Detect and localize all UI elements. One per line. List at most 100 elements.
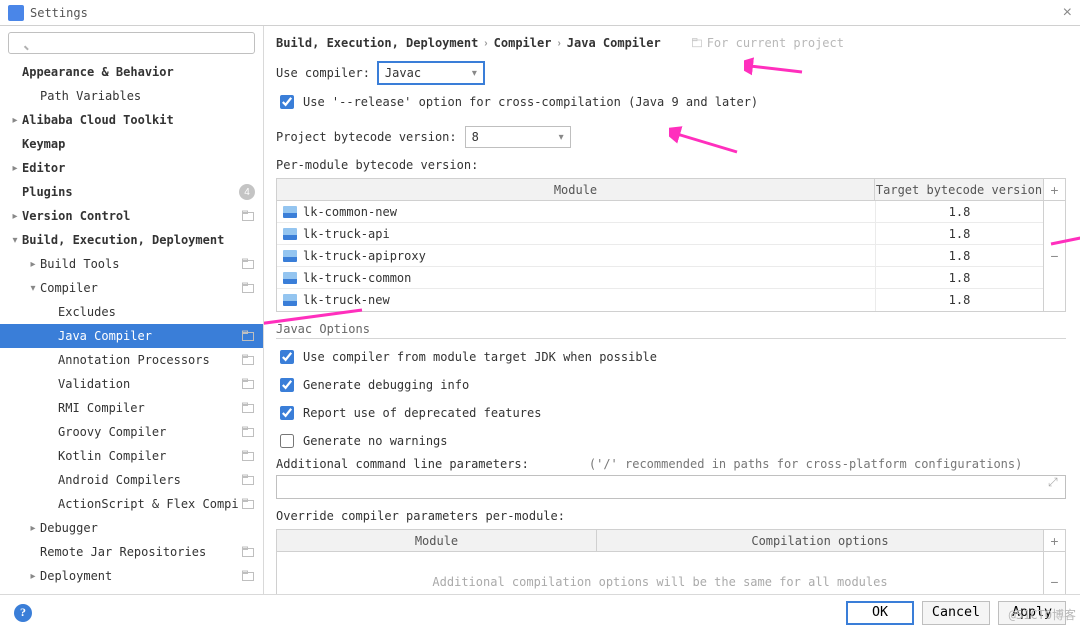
chevron-down-icon: ▾ bbox=[26, 283, 40, 294]
sidebar-item-build-execution-deployment[interactable]: ▾Build, Execution, Deployment bbox=[0, 228, 263, 252]
version-cell[interactable]: 1.8 bbox=[875, 289, 1043, 311]
sidebar-item-label: Version Control bbox=[22, 209, 130, 223]
bytecode-version-select[interactable]: 8 ▾ bbox=[465, 126, 571, 148]
module-name: lk-truck-new bbox=[303, 293, 390, 307]
sidebar-item-editor[interactable]: ▸Editor bbox=[0, 156, 263, 180]
sidebar-item-label: Remote Jar Repositories bbox=[40, 545, 206, 559]
module-cell: lk-truck-new bbox=[277, 289, 875, 311]
sidebar-item-path-variables[interactable]: Path Variables bbox=[0, 84, 263, 108]
project-scope-icon bbox=[241, 209, 255, 223]
breadcrumb: Build, Execution, Deployment › Compiler … bbox=[276, 36, 1066, 50]
module-cell: lk-common-new bbox=[277, 201, 875, 222]
help-icon[interactable]: ? bbox=[14, 604, 32, 622]
chevron-right-icon: › bbox=[484, 38, 487, 49]
sidebar-item-remote-jar-repositories[interactable]: Remote Jar Repositories bbox=[0, 540, 263, 564]
sidebar-item-build-tools[interactable]: ▸Build Tools bbox=[0, 252, 263, 276]
sidebar-item-actionscript-flex-compi[interactable]: ActionScript & Flex Compi bbox=[0, 492, 263, 516]
search-input[interactable] bbox=[8, 32, 255, 54]
use-compiler-select[interactable]: Javac ▾ bbox=[378, 62, 484, 84]
app-icon bbox=[8, 5, 24, 21]
chevron-down-icon: ▾ bbox=[8, 235, 22, 246]
release-option-checkbox[interactable] bbox=[280, 95, 294, 109]
project-scope-icon bbox=[241, 353, 255, 367]
use-compiler-label: Use compiler: bbox=[276, 66, 370, 80]
sidebar-item-label: ActionScript & Flex Compi bbox=[58, 497, 239, 511]
bytecode-version-value: 8 bbox=[472, 130, 479, 144]
table-row[interactable]: lk-truck-new 1.8 bbox=[277, 289, 1043, 311]
sidebar-item-label: Keymap bbox=[22, 137, 65, 151]
module-name: lk-truck-apiproxy bbox=[303, 249, 426, 263]
sidebar-item-keymap[interactable]: Keymap bbox=[0, 132, 263, 156]
sidebar-item-android-compilers[interactable]: Android Compilers bbox=[0, 468, 263, 492]
remove-override-button[interactable]: − bbox=[1044, 552, 1065, 594]
table-header-module: Module bbox=[277, 179, 875, 200]
sidebar-item-excludes[interactable]: Excludes bbox=[0, 300, 263, 324]
project-scope-icon bbox=[241, 473, 255, 487]
version-cell[interactable]: 1.8 bbox=[875, 201, 1043, 222]
sidebar-item-debugger[interactable]: ▸Debugger bbox=[0, 516, 263, 540]
sidebar-item-annotation-processors[interactable]: Annotation Processors bbox=[0, 348, 263, 372]
folder-icon bbox=[283, 294, 297, 306]
opt-debug-checkbox[interactable] bbox=[280, 378, 294, 392]
use-compiler-value: Javac bbox=[385, 66, 421, 80]
expand-icon[interactable]: ⤢ bbox=[1048, 475, 1062, 489]
version-cell[interactable]: 1.8 bbox=[875, 245, 1043, 266]
module-name: lk-truck-api bbox=[303, 227, 390, 241]
module-name: lk-common-new bbox=[303, 205, 397, 219]
project-scope-icon bbox=[241, 545, 255, 559]
sidebar-item-label: RMI Compiler bbox=[58, 401, 145, 415]
sidebar-item-plugins[interactable]: Plugins4 bbox=[0, 180, 263, 204]
chevron-right-icon: ▸ bbox=[8, 163, 22, 174]
remove-module-button[interactable]: − bbox=[1044, 201, 1065, 311]
sidebar-item-arquillian-containers[interactable]: Arquillian Containers bbox=[0, 588, 263, 594]
sidebar-item-version-control[interactable]: ▸Version Control bbox=[0, 204, 263, 228]
sidebar-item-alibaba-cloud-toolkit[interactable]: ▸Alibaba Cloud Toolkit bbox=[0, 108, 263, 132]
opt-module-jdk-label: Use compiler from module target JDK when… bbox=[303, 350, 657, 364]
sidebar-item-compiler[interactable]: ▾Compiler bbox=[0, 276, 263, 300]
sidebar-item-label: Build, Execution, Deployment bbox=[22, 233, 224, 247]
sidebar-item-label: Plugins bbox=[22, 185, 73, 199]
opt-deprecated-label: Report use of deprecated features bbox=[303, 406, 541, 420]
project-scope-icon bbox=[241, 401, 255, 415]
titlebar: Settings × bbox=[0, 0, 1080, 26]
sidebar-item-java-compiler[interactable]: Java Compiler bbox=[0, 324, 263, 348]
sidebar-item-label: Build Tools bbox=[40, 257, 119, 271]
add-override-button[interactable]: + bbox=[1044, 530, 1065, 552]
opt-no-warn-checkbox[interactable] bbox=[280, 434, 294, 448]
project-scope-icon bbox=[241, 449, 255, 463]
sidebar-item-label: Arquillian Containers bbox=[40, 593, 192, 594]
table-row[interactable]: lk-common-new 1.8 bbox=[277, 201, 1043, 223]
sidebar-item-rmi-compiler[interactable]: RMI Compiler bbox=[0, 396, 263, 420]
sidebar-item-validation[interactable]: Validation bbox=[0, 372, 263, 396]
table-row[interactable]: lk-truck-common1.8 bbox=[277, 267, 1043, 289]
version-cell[interactable]: 1.8 bbox=[875, 267, 1043, 288]
sidebar-item-kotlin-compiler[interactable]: Kotlin Compiler bbox=[0, 444, 263, 468]
settings-tree: Appearance & BehaviorPath Variables▸Alib… bbox=[0, 60, 263, 594]
cancel-button[interactable]: Cancel bbox=[922, 601, 990, 625]
chevron-right-icon: ▸ bbox=[8, 115, 22, 126]
add-module-button[interactable]: + bbox=[1044, 179, 1065, 201]
sidebar-item-label: Java Compiler bbox=[58, 329, 152, 343]
dialog-footer: ? OK Cancel Apply bbox=[0, 594, 1080, 630]
version-cell[interactable]: 1.8 bbox=[875, 223, 1043, 244]
chevron-right-icon: ▸ bbox=[26, 259, 40, 270]
project-scope-icon bbox=[241, 329, 255, 343]
sidebar-item-appearance-behavior[interactable]: Appearance & Behavior bbox=[0, 60, 263, 84]
project-scope-icon bbox=[241, 425, 255, 439]
override-header-module: Module bbox=[277, 530, 597, 551]
table-row[interactable]: lk-truck-apiproxy 1.8 bbox=[277, 245, 1043, 267]
ok-button[interactable]: OK bbox=[846, 601, 914, 625]
sidebar-item-groovy-compiler[interactable]: Groovy Compiler bbox=[0, 420, 263, 444]
opt-deprecated-checkbox[interactable] bbox=[280, 406, 294, 420]
sidebar-item-deployment[interactable]: ▸Deployment bbox=[0, 564, 263, 588]
table-row[interactable]: lk-truck-api 1.8 bbox=[277, 223, 1043, 245]
opt-module-jdk-checkbox[interactable] bbox=[280, 350, 294, 364]
close-icon[interactable]: × bbox=[1063, 4, 1072, 22]
chevron-down-icon: ▾ bbox=[472, 68, 477, 79]
module-bytecode-table: Module Target bytecode version lk-common… bbox=[276, 178, 1066, 312]
override-header-opts: Compilation options bbox=[597, 530, 1043, 551]
breadcrumb-part: Compiler bbox=[494, 36, 552, 50]
params-input[interactable] bbox=[276, 475, 1066, 499]
folder-icon bbox=[283, 228, 297, 240]
breadcrumb-part: Build, Execution, Deployment bbox=[276, 36, 478, 50]
